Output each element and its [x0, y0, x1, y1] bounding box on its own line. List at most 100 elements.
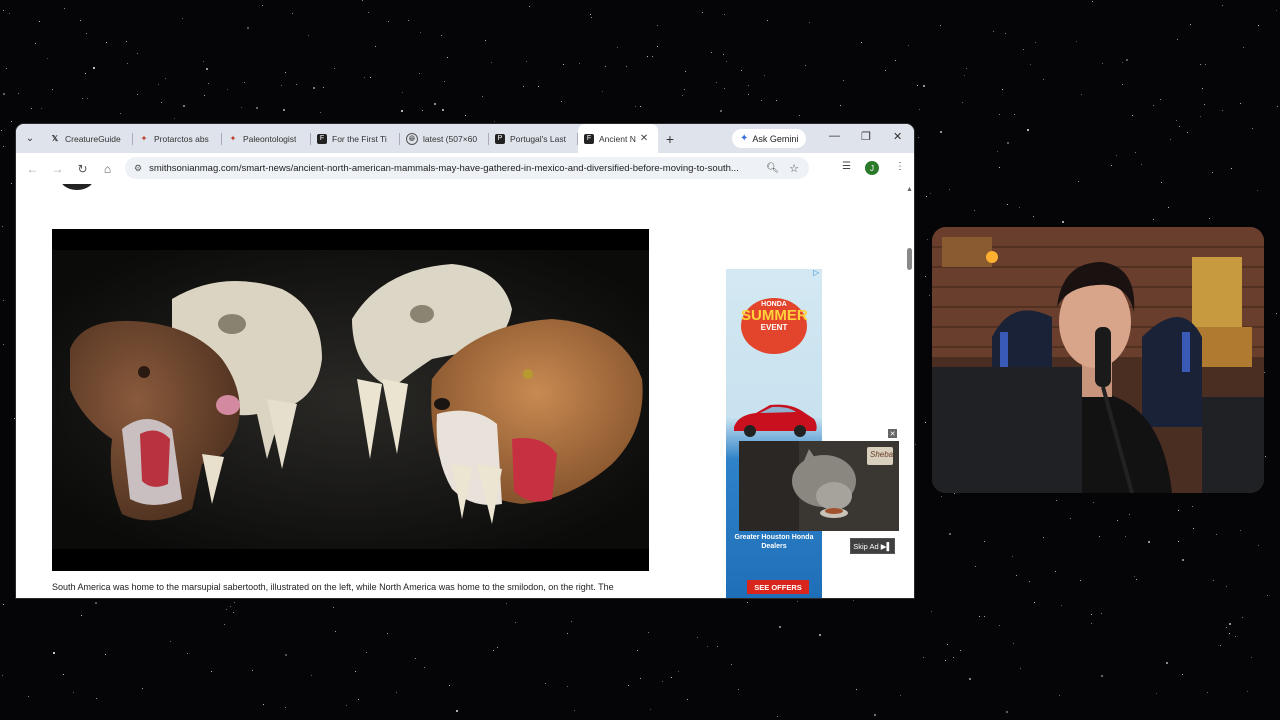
star: [1007, 204, 1008, 205]
tab-creatureguide[interactable]: 𝕏 CreatureGuide: [44, 124, 133, 153]
adchoices-icon[interactable]: ▷: [813, 269, 819, 277]
star: [1166, 662, 1168, 664]
star: [1156, 693, 1157, 694]
star: [1222, 110, 1223, 111]
star: [1062, 221, 1064, 223]
star: [39, 21, 40, 22]
star: [684, 89, 685, 90]
scroll-thumb[interactable]: [907, 248, 912, 270]
reading-list-icon[interactable]: ☰: [842, 161, 851, 172]
star: [1170, 139, 1171, 140]
star: [1125, 536, 1126, 537]
star: [401, 110, 403, 112]
close-ad-icon[interactable]: ✕: [888, 429, 897, 438]
star: [1267, 595, 1268, 596]
star: [1161, 182, 1162, 183]
star: [364, 77, 365, 78]
star: [538, 86, 539, 87]
forward-icon[interactable]: →: [45, 162, 70, 176]
article-hero-image: [52, 229, 649, 571]
new-tab-button[interactable]: +: [658, 131, 682, 147]
tab-ancient-active[interactable]: F Ancient N ✕: [578, 124, 658, 153]
star: [444, 81, 445, 82]
star: [441, 35, 442, 36]
star: [1101, 675, 1103, 677]
star: [1117, 520, 1118, 521]
page-scrollbar[interactable]: ▲: [905, 184, 914, 598]
star: [856, 689, 857, 690]
star: [1193, 528, 1194, 529]
star: [3, 93, 5, 95]
star: [853, 600, 854, 601]
menu-kebab-icon[interactable]: ⋮: [895, 161, 905, 172]
star: [1005, 33, 1006, 34]
video-overlay-ad[interactable]: Sheba: [739, 441, 899, 531]
star: [923, 85, 925, 87]
red-car-image: [734, 404, 817, 437]
tab-latest[interactable]: 🌐︎ latest (507×60: [400, 124, 489, 153]
star: [41, 108, 42, 109]
star: [741, 70, 742, 71]
star: [1055, 571, 1056, 572]
zoom-icon[interactable]: 🔍︎: [766, 163, 779, 174]
site-info-icon[interactable]: ⚙: [134, 163, 142, 174]
tab-for-the-first[interactable]: F For the First Ti: [311, 124, 400, 153]
skip-ad-button[interactable]: Skip Ad ▶▌: [850, 538, 895, 554]
profile-avatar[interactable]: J: [865, 161, 879, 175]
star: [1081, 94, 1082, 95]
star: [120, 113, 121, 114]
author-avatar: [60, 184, 94, 190]
star: [1006, 711, 1008, 713]
star: [702, 12, 703, 13]
star: [1023, 49, 1024, 50]
star: [526, 61, 527, 62]
star: [230, 606, 231, 607]
star: [940, 25, 941, 26]
close-tab-icon[interactable]: ✕: [640, 133, 648, 144]
url-text[interactable]: smithsonianmag.com/smart-news/ancient-no…: [149, 163, 769, 174]
ask-gemini-button[interactable]: ✦ Ask Gemini: [732, 129, 807, 148]
star: [346, 705, 347, 706]
star: [523, 86, 524, 87]
document-icon: F: [584, 133, 594, 144]
star: [861, 42, 862, 43]
star: [335, 631, 336, 632]
star: [953, 657, 954, 658]
home-icon[interactable]: ⌂: [95, 162, 120, 176]
star: [797, 601, 798, 602]
star: [183, 105, 185, 107]
star: [1200, 116, 1201, 117]
tab-paleontologist[interactable]: ✦ Paleontologist: [222, 124, 311, 153]
maximize-icon[interactable]: ❐: [861, 130, 871, 143]
star: [960, 650, 961, 651]
see-offers-button[interactable]: SEE OFFERS: [747, 580, 809, 594]
tab-portugal[interactable]: P Portugal's Last: [489, 124, 578, 153]
star: [819, 634, 821, 636]
star: [945, 660, 946, 661]
minimize-icon[interactable]: —: [829, 130, 840, 142]
scroll-up-icon[interactable]: ▲: [906, 186, 913, 193]
address-bar[interactable]: ⚙ smithsonianmag.com/smart-news/ancient-…: [125, 157, 809, 179]
star: [494, 121, 495, 122]
close-window-icon[interactable]: ✕: [893, 130, 902, 143]
bookmark-star-icon[interactable]: ☆: [789, 162, 799, 175]
tab-protarctos[interactable]: ✦ Protarctos abs: [133, 124, 222, 153]
back-icon[interactable]: ←: [20, 162, 45, 176]
tab-search-chevron-icon[interactable]: ⌄: [16, 124, 44, 153]
image-caption: South America was home to the marsupial …: [52, 582, 614, 592]
star: [11, 183, 12, 184]
reload-icon[interactable]: ↻: [70, 162, 95, 176]
honda-banner-ad[interactable]: ▷ HONDA SUMMER EVENT Greater Houston Hon…: [726, 269, 822, 598]
star: [387, 633, 388, 634]
star: [954, 493, 955, 494]
star: [1056, 500, 1057, 501]
star: [170, 641, 171, 642]
star: [313, 87, 315, 89]
star: [682, 95, 683, 96]
star: [422, 110, 423, 111]
star: [975, 566, 976, 567]
star: [930, 193, 931, 194]
star: [415, 658, 416, 659]
star: [165, 78, 166, 79]
star: [925, 276, 926, 277]
